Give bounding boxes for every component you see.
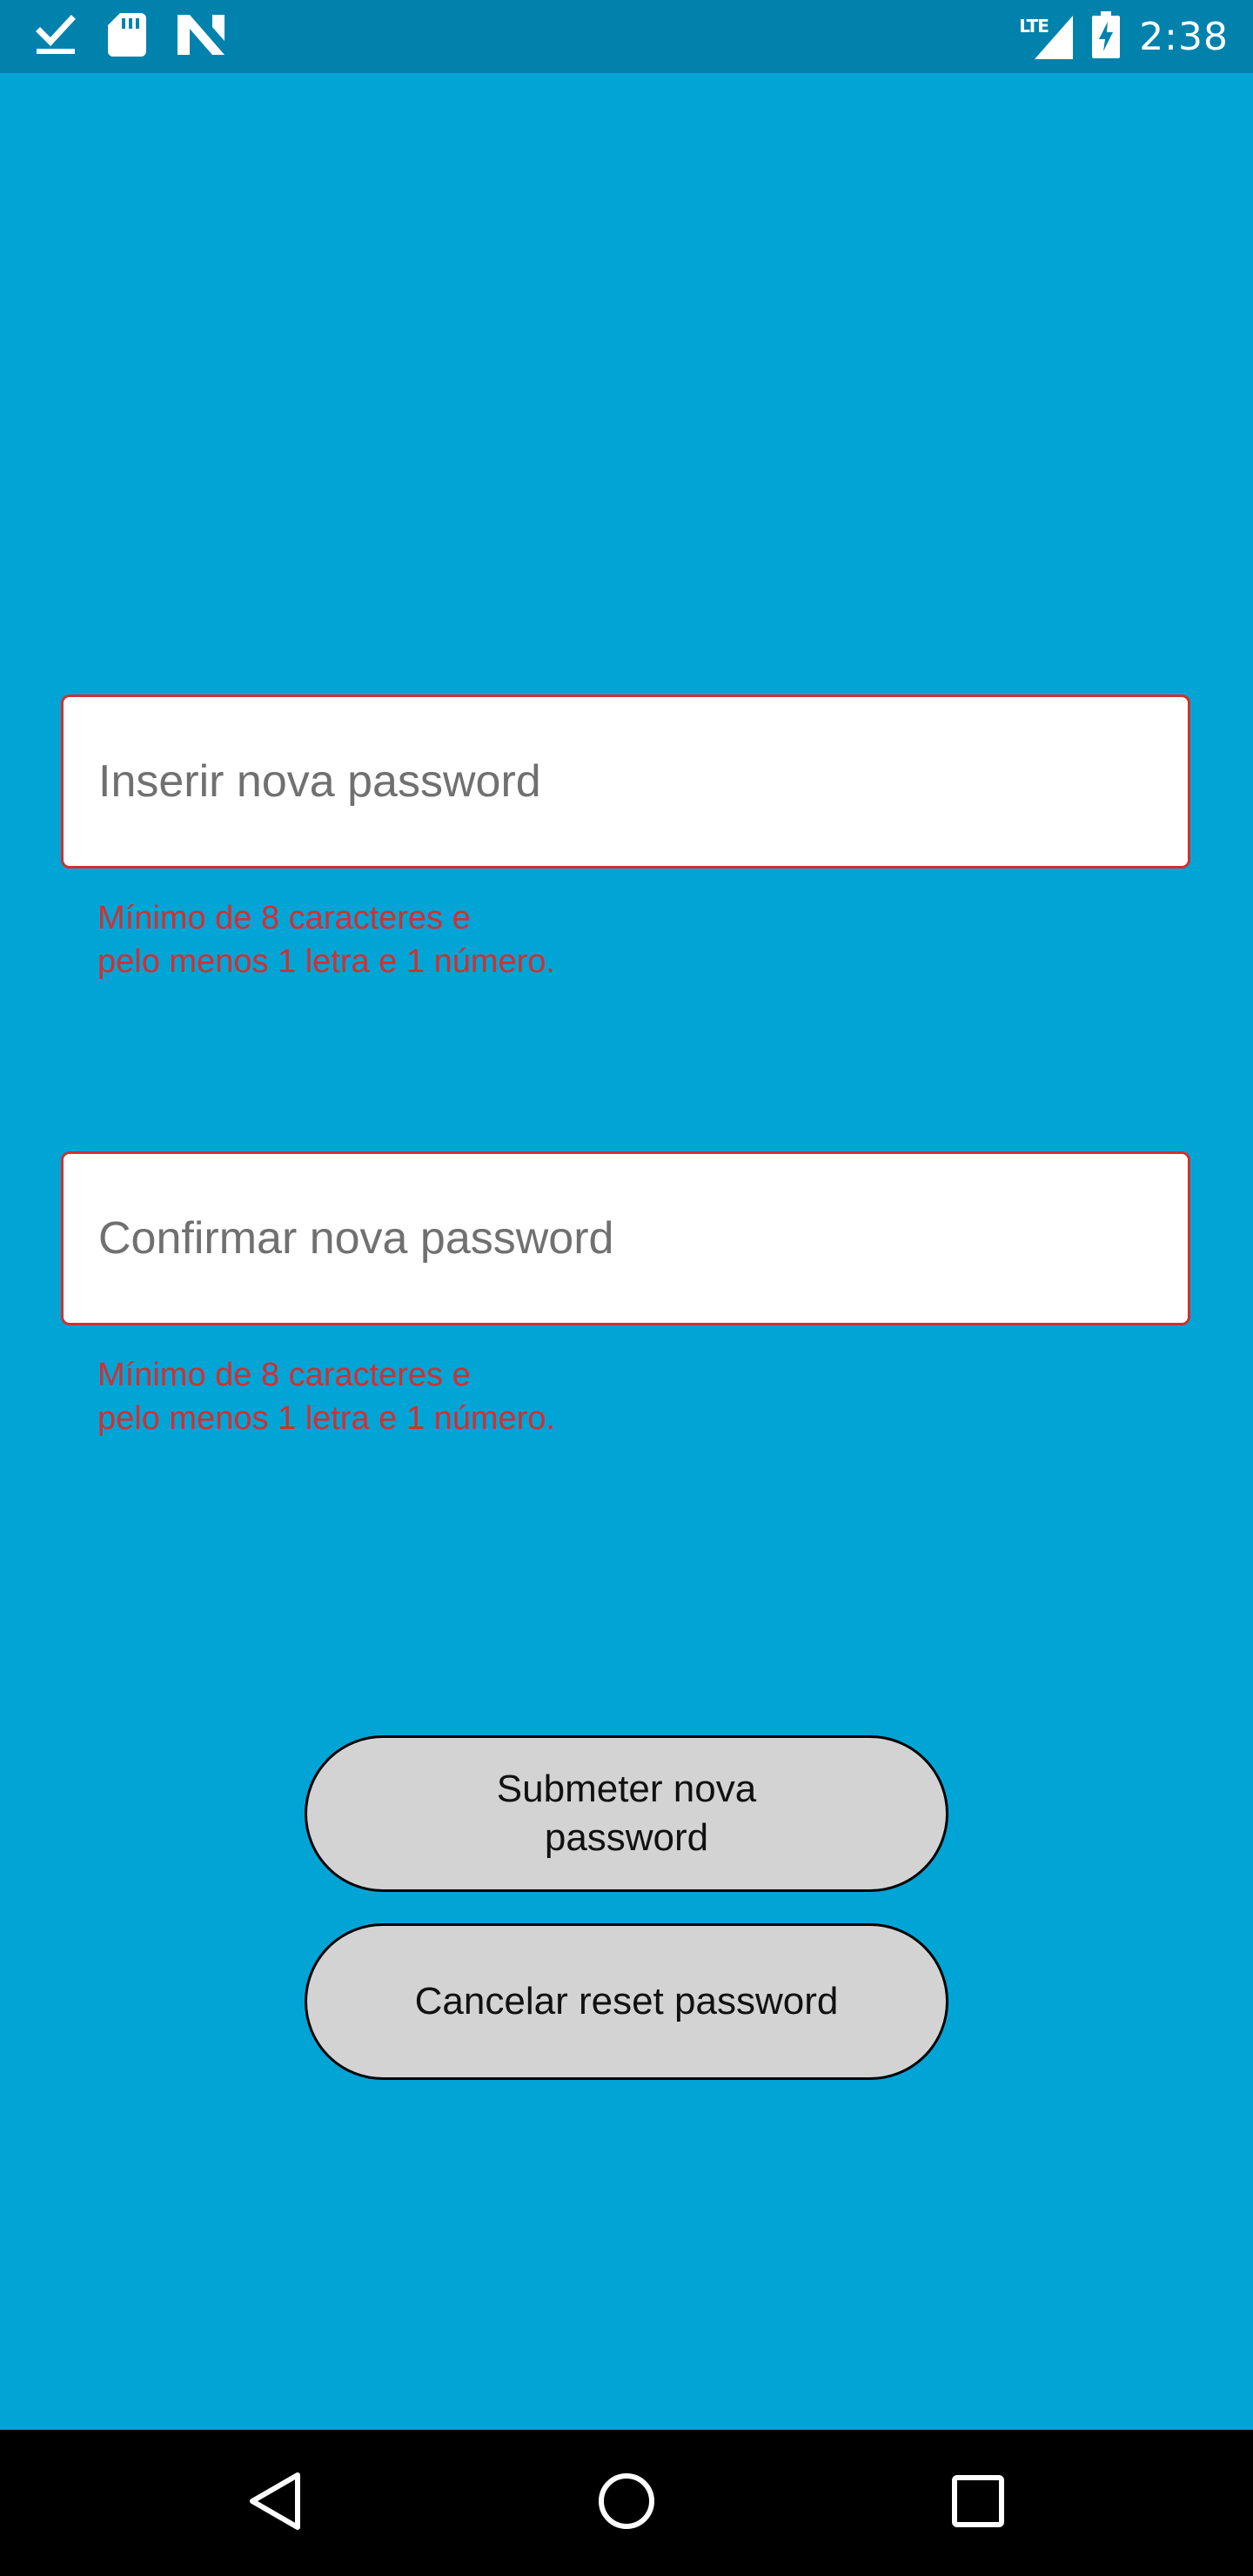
confirm-password-error: Mínimo de 8 caracteres e pelo menos 1 le… [97, 1353, 881, 1440]
sd-card-icon [108, 12, 146, 61]
recents-icon [951, 2474, 1005, 2532]
navigation-bar [0, 2430, 1253, 2576]
status-bar: LTE 2:38 [0, 0, 1253, 73]
recents-button[interactable] [935, 2459, 1022, 2546]
confirm-password-field[interactable] [61, 1151, 1190, 1325]
new-password-field[interactable] [61, 694, 1190, 869]
download-done-icon [35, 14, 77, 60]
status-right-icons: LTE 2:38 [1019, 10, 1229, 63]
confirm-password-input[interactable] [98, 1154, 1142, 1323]
confirm-password-error-line1: Mínimo de 8 caracteres e [97, 1357, 471, 1393]
cancel-reset-password-button[interactable]: Cancelar reset password [305, 1923, 948, 2080]
back-button[interactable] [231, 2459, 318, 2546]
status-left-icons [35, 12, 224, 61]
new-password-error: Mínimo de 8 caracteres e pelo menos 1 le… [97, 896, 881, 983]
new-password-input[interactable] [98, 697, 1142, 866]
home-icon [596, 2471, 657, 2536]
new-password-error-line2: pelo menos 1 letra e 1 número. [97, 943, 555, 980]
new-password-error-line1: Mínimo de 8 caracteres e [97, 900, 471, 936]
back-icon [247, 2471, 303, 2536]
status-time: 2:38 [1139, 14, 1229, 59]
home-button[interactable] [583, 2459, 670, 2546]
n-logo-icon [178, 14, 224, 59]
signal-icon: LTE [1019, 14, 1074, 59]
confirm-password-error-line2: pelo menos 1 letra e 1 número. [97, 1400, 555, 1437]
submit-new-password-button[interactable]: Submeter nova password [305, 1735, 948, 1892]
battery-charging-icon [1092, 10, 1121, 63]
